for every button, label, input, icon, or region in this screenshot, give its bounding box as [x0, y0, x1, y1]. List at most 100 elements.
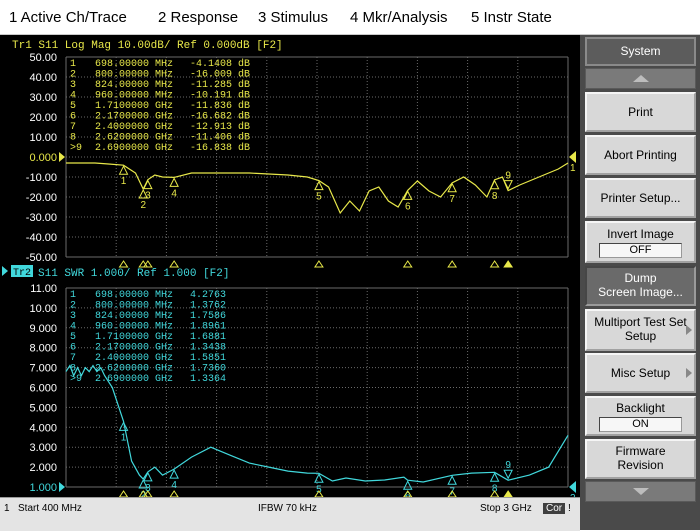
marker-table-number: 2 — [70, 70, 76, 81]
y-tick-label: 0.000 — [29, 152, 57, 164]
menu-active-ch-trace[interactable]: 1 Active Ch/Trace — [9, 9, 127, 26]
abort-printing-button[interactable]: Abort Printing — [585, 135, 696, 175]
marker-position-icon — [118, 260, 129, 268]
scroll-up-button[interactable] — [585, 68, 696, 89]
marker-table-value: -11.406 dB — [190, 132, 250, 144]
ref-arrow-right-icon — [569, 481, 576, 493]
backlight-value: ON — [599, 417, 682, 432]
marker-number: 3 — [145, 191, 151, 202]
marker-number: 5 — [316, 192, 322, 203]
ref-arrow-left-icon — [59, 152, 65, 162]
printer-setup-button[interactable]: Printer Setup... — [585, 178, 696, 218]
marker-table-number: 8 — [70, 133, 76, 144]
marker-table-number: 1 — [70, 290, 76, 301]
firmware-label-line1: Firmware — [615, 444, 666, 458]
marker-table-value: -16.838 dB — [190, 142, 250, 154]
marker-table-number: 4 — [70, 91, 76, 102]
backlight-button[interactable]: Backlight ON — [585, 396, 696, 436]
printer-setup-label: Printer Setup... — [600, 191, 681, 205]
firmware-label-line2: Revision — [617, 458, 664, 472]
marker-table-number: 1 — [70, 59, 76, 70]
y-tick-label: 40.00 — [29, 72, 57, 84]
marker-table-value: 1.7586 — [190, 311, 226, 322]
marker-table-frequency: 824.00000 MHz — [95, 311, 173, 322]
marker-table-number: >9 — [70, 143, 82, 154]
marker-triangle-icon — [503, 469, 513, 480]
status-cor-badge: Cor — [543, 503, 566, 514]
print-button[interactable]: Print — [585, 92, 696, 132]
status-bar: 1 Start 400 MHz IFBW 70 kHz Stop 3 GHz C… — [0, 497, 580, 531]
y-tick-label: 1.000 — [29, 482, 57, 494]
marker-triangle-icon — [402, 480, 413, 490]
ref-arrow-right-icon — [569, 151, 576, 163]
marker-table-value: -10.191 dB — [190, 90, 250, 102]
y-tick-label: 20.00 — [29, 112, 57, 124]
menu-response[interactable]: 2 Response — [158, 9, 238, 26]
marker-table-frequency: 2.4000000 GHz — [95, 122, 173, 133]
marker-table-frequency: 2.6900000 GHz — [95, 143, 173, 154]
menu-mkr-analysis[interactable]: 4 Mkr/Analysis — [350, 9, 448, 26]
marker-number: 9 — [505, 171, 511, 182]
y-tick-label: 2.000 — [29, 462, 57, 474]
marker-table-number: 6 — [70, 112, 76, 123]
marker-table-value: -16.682 dB — [190, 111, 250, 123]
marker-table-value: 1.5851 — [190, 353, 226, 364]
marker-table-number: 3 — [70, 311, 76, 322]
y-tick-label: -40.00 — [26, 232, 57, 244]
marker-table-value: 1.3438 — [190, 343, 226, 354]
y-tick-label: 5.000 — [29, 402, 57, 414]
marker-table-frequency: 800.00000 MHz — [95, 301, 173, 312]
marker-table-frequency: 1.7100000 GHz — [95, 101, 173, 112]
softkey-title-system: System — [585, 37, 696, 66]
marker-number: 1 — [121, 432, 127, 443]
y-tick-label: 9.000 — [29, 323, 57, 335]
y-tick-label: 3.000 — [29, 442, 57, 454]
invert-image-value: OFF — [599, 243, 682, 258]
bottom-marker-table: 1 698.00000 MHz 4.2763 2 800.00000 MHz 1.3762… — [70, 290, 226, 385]
abort-printing-label: Abort Printing — [604, 148, 677, 162]
y-tick-label: 11.00 — [30, 283, 57, 295]
marker-position-icon — [402, 260, 413, 268]
marker-number: 4 — [171, 188, 177, 199]
marker-table-frequency: 960.00000 MHz — [95, 91, 173, 102]
marker-triangle-icon — [169, 468, 179, 479]
marker-triangle-icon — [169, 177, 179, 187]
status-channel: 1 — [4, 503, 10, 514]
invert-image-button[interactable]: Invert Image OFF — [585, 221, 696, 263]
y-tick-label: -30.00 — [26, 212, 57, 224]
menu-instr-state[interactable]: 5 Instr State — [471, 9, 552, 26]
marker-table-frequency: 2.1700000 GHz — [95, 343, 173, 354]
softkey-panel: System Print Abort Printing Printer Setu… — [580, 35, 700, 530]
marker-table-number: 2 — [70, 301, 76, 312]
firmware-revision-button[interactable]: Firmware Revision — [585, 439, 696, 479]
multiport-label-line1: Multiport Test Set — [594, 315, 687, 329]
top-marker-table: 1 698.00000 MHz -4.1408 dB 2 800.00000 MHz -1… — [70, 58, 250, 154]
invert-image-label: Invert Image — [607, 227, 674, 241]
marker-number: 8 — [492, 483, 498, 494]
marker-number: 1 — [121, 176, 127, 187]
marker-number: 2 — [140, 200, 146, 211]
marker-table-frequency: 2.6200000 GHz — [95, 364, 173, 375]
multiport-test-set-setup-button[interactable]: Multiport Test Set Setup — [585, 309, 696, 351]
y-tick-label: -20.00 — [26, 192, 57, 204]
marker-number: 7 — [449, 194, 455, 205]
print-label: Print — [628, 105, 653, 119]
plot-svg: 50.00 40.00 30.00 20.00 10.00 0.000 -10.00 -20.… — [2, 40, 576, 497]
scroll-down-button[interactable] — [585, 481, 696, 502]
marker-position-icon — [447, 260, 458, 268]
marker-table-frequency: 698.00000 MHz — [95, 59, 173, 70]
marker-number: 9 — [505, 460, 511, 471]
marker-number: 4 — [171, 480, 177, 491]
marker-table-value: -16.009 dB — [190, 69, 250, 81]
plot-area[interactable]: 50.00 40.00 30.00 20.00 10.00 0.000 -10.00 -20.… — [0, 35, 580, 497]
misc-setup-button[interactable]: Misc Setup — [585, 353, 696, 393]
chevron-up-icon — [633, 75, 649, 82]
marker-table-frequency: 2.4000000 GHz — [95, 353, 173, 364]
marker-table-value: 1.3762 — [190, 301, 226, 312]
menu-stimulus[interactable]: 3 Stimulus — [258, 9, 328, 26]
backlight-label: Backlight — [616, 401, 665, 415]
marker-table-number: 5 — [70, 332, 76, 343]
status-flag: ! — [568, 503, 571, 514]
y-tick-label: 7.000 — [29, 363, 57, 375]
dump-screen-image-button[interactable]: Dump Screen Image... — [585, 266, 696, 306]
